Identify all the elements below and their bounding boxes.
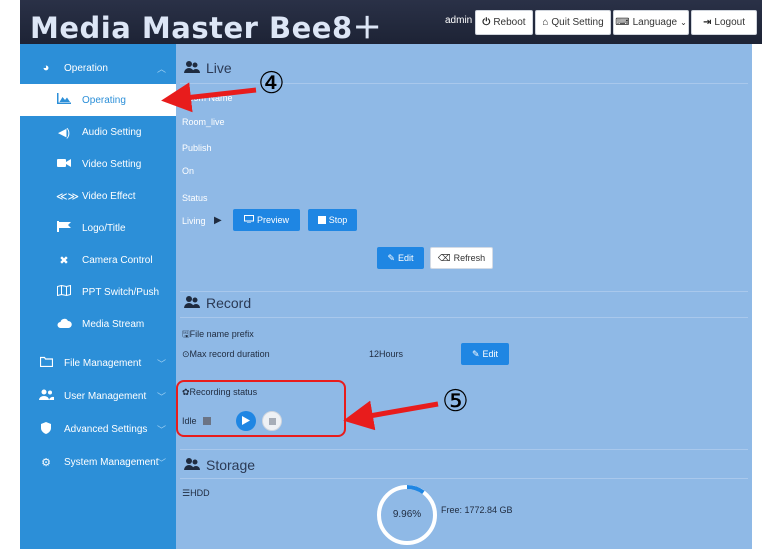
annotation-overlay <box>161 82 439 431</box>
annotation-five: ⑤ <box>442 384 469 419</box>
arrow-to-operating <box>161 82 257 113</box>
arrow-to-recording-status <box>343 400 439 431</box>
annotation-four: ④ <box>258 66 285 101</box>
